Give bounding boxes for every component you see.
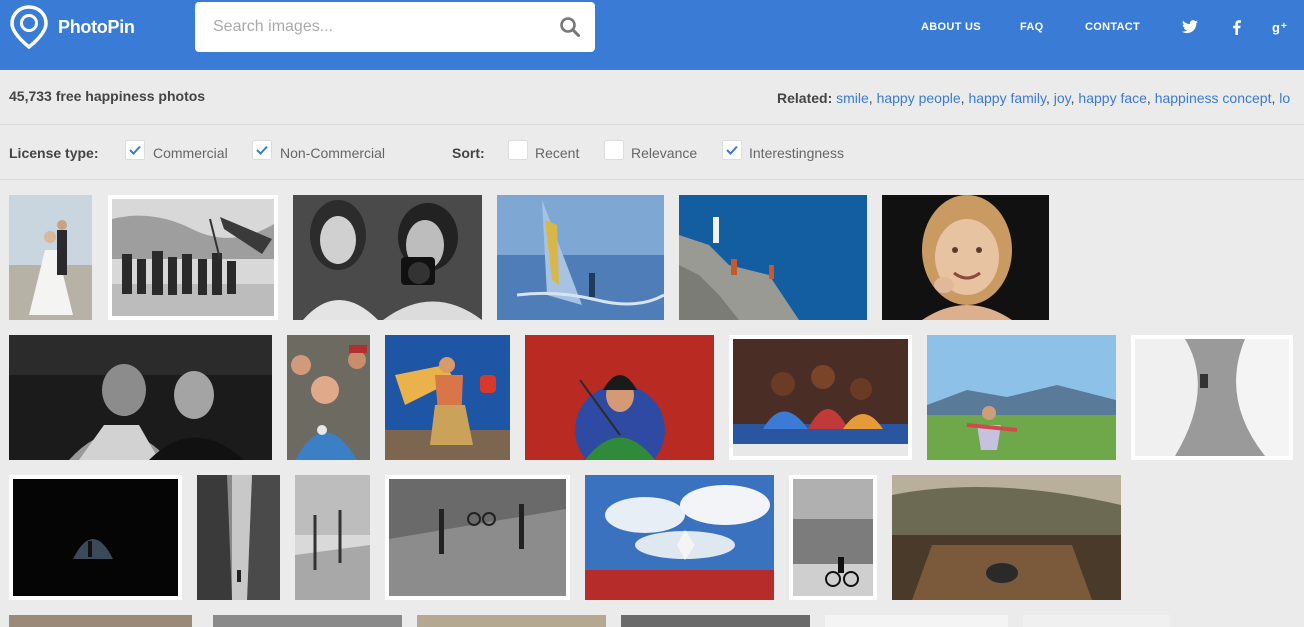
photo-partial[interactable] <box>417 615 606 627</box>
search-box <box>195 2 595 52</box>
svg-text:+: + <box>1281 21 1287 32</box>
photo-narrow-alley[interactable] <box>197 475 280 600</box>
search-icon[interactable] <box>559 16 581 38</box>
checkmark-icon <box>256 145 268 155</box>
recent-checkbox[interactable] <box>508 140 528 160</box>
facebook-icon[interactable] <box>1226 17 1246 37</box>
results-count: 45,733 free happiness photos <box>9 88 206 104</box>
related-tag-lo[interactable]: lo <box>1279 90 1290 106</box>
logo[interactable]: PhotoPin <box>10 5 135 49</box>
photo-partial[interactable] <box>213 615 402 627</box>
search-input[interactable] <box>195 2 535 52</box>
related-tag-happy-people[interactable]: happy people <box>877 90 961 106</box>
related-tag-happy-face[interactable]: happy face <box>1078 90 1147 106</box>
divider <box>0 179 1304 180</box>
related-tags: Related: smile, happy people, happy fami… <box>777 90 1291 106</box>
photo-men-in-crowd[interactable] <box>287 335 370 460</box>
relevance-checkbox[interactable] <box>604 140 624 160</box>
photo-windsurfer[interactable] <box>497 195 664 320</box>
nav-faq[interactable]: FAQ <box>1020 0 1044 54</box>
photo-carnival-dancer[interactable] <box>385 335 510 460</box>
twitter-icon[interactable] <box>1180 17 1200 37</box>
photo-partial[interactable] <box>621 615 810 627</box>
related-tag-smile[interactable]: smile <box>836 90 869 106</box>
nav-faq-link[interactable]: FAQ <box>1020 21 1044 33</box>
photo-couple-on-deck[interactable] <box>892 475 1121 600</box>
photo-partial[interactable] <box>825 615 1008 627</box>
photo-tree-lined-path-bw[interactable] <box>295 475 370 600</box>
commercial-checkbox[interactable] <box>125 140 145 160</box>
nav-contact[interactable]: CONTACT <box>1085 0 1140 54</box>
relevance-label[interactable]: Relevance <box>631 145 697 161</box>
photo-partial[interactable] <box>1023 615 1170 627</box>
related-tag-happiness-concept[interactable]: happiness concept <box>1155 90 1272 106</box>
photo-dark-tunnel[interactable] <box>9 475 182 600</box>
photo-men-at-night[interactable] <box>9 335 272 460</box>
google-plus-icon[interactable]: g + <box>1271 17 1291 37</box>
nav-contact-link[interactable]: CONTACT <box>1085 21 1140 33</box>
related-label: Related: <box>777 90 833 106</box>
related-tag-happy-family[interactable]: happy family <box>968 90 1046 106</box>
recent-label[interactable]: Recent <box>535 145 579 161</box>
photo-fishermen-on-rocks[interactable] <box>679 195 867 320</box>
photo-children-on-truck[interactable] <box>729 335 912 460</box>
logo-text: PhotoPin <box>58 16 135 37</box>
nav-about-us-link[interactable]: ABOUT US <box>921 21 981 33</box>
photo-group-with-flag-bw[interactable] <box>108 195 278 320</box>
commercial-label[interactable]: Commercial <box>153 145 228 161</box>
photo-cyclist-street-bw[interactable] <box>385 475 570 600</box>
license-type-label: License type: <box>9 145 99 161</box>
photo-aerial-curves-bw[interactable] <box>1131 335 1293 460</box>
photo-women-with-camera-bw[interactable] <box>293 195 482 320</box>
non-commercial-label[interactable]: Non-Commercial <box>280 145 385 161</box>
photo-wedding-couple[interactable] <box>9 195 92 320</box>
interestingness-label[interactable]: Interestingness <box>749 145 844 161</box>
interestingness-checkbox[interactable] <box>722 140 742 160</box>
divider <box>0 124 1304 125</box>
sort-label: Sort: <box>452 145 485 161</box>
related-tag-joy[interactable]: joy <box>1054 90 1071 106</box>
svg-text:g: g <box>1272 20 1280 35</box>
photo-partial[interactable] <box>9 615 192 627</box>
top-header: PhotoPin ABOUT US FAQ CONTACT g + <box>0 0 1304 70</box>
checkmark-icon <box>726 145 738 155</box>
photo-woman-red-background[interactable] <box>525 335 714 460</box>
photo-girl-jumping-in-sky[interactable] <box>585 475 774 600</box>
checkmark-icon <box>129 145 141 155</box>
location-pin-icon <box>10 5 48 49</box>
photo-child-in-field[interactable] <box>927 335 1116 460</box>
non-commercial-checkbox[interactable] <box>252 140 272 160</box>
photo-smiling-child[interactable] <box>882 195 1049 320</box>
nav-about-us[interactable]: ABOUT US <box>921 0 981 54</box>
photo-cyclist-building-bw[interactable] <box>789 475 877 600</box>
